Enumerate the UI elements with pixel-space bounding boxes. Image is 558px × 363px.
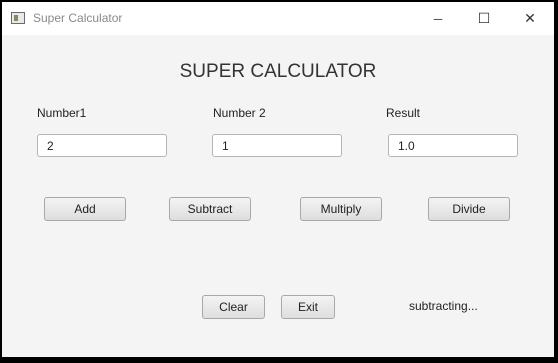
maximize-icon: ☐ bbox=[477, 10, 491, 26]
close-icon: ✕ bbox=[524, 10, 536, 26]
result-label: Result bbox=[386, 106, 421, 120]
close-button[interactable]: ✕ bbox=[507, 2, 553, 35]
minimize-button[interactable]: ─ bbox=[415, 2, 461, 35]
number2-field[interactable] bbox=[212, 134, 342, 157]
page-title: SUPER CALCULATOR bbox=[179, 61, 377, 82]
multiply-button[interactable]: Multiply bbox=[300, 197, 382, 221]
number1-field[interactable] bbox=[37, 134, 167, 157]
minimize-icon: ─ bbox=[433, 11, 443, 26]
app-window-icon bbox=[11, 12, 25, 24]
number1-label: Number1 bbox=[37, 106, 87, 120]
calculator-window: Super Calculator ─ ☐ ✕ SUPER CALCULATOR … bbox=[2, 2, 554, 357]
subtract-button[interactable]: Subtract bbox=[169, 197, 251, 221]
window-title: Super Calculator bbox=[33, 11, 123, 25]
status-text: subtracting... bbox=[409, 299, 478, 313]
result-field[interactable] bbox=[388, 134, 518, 157]
add-button[interactable]: Add bbox=[44, 197, 126, 221]
title-bar: Super Calculator ─ ☐ ✕ bbox=[2, 2, 554, 35]
number2-label: Number 2 bbox=[213, 106, 266, 120]
clear-button[interactable]: Clear bbox=[202, 295, 265, 319]
exit-button[interactable]: Exit bbox=[281, 295, 335, 319]
maximize-button[interactable]: ☐ bbox=[461, 2, 507, 35]
divide-button[interactable]: Divide bbox=[428, 197, 510, 221]
